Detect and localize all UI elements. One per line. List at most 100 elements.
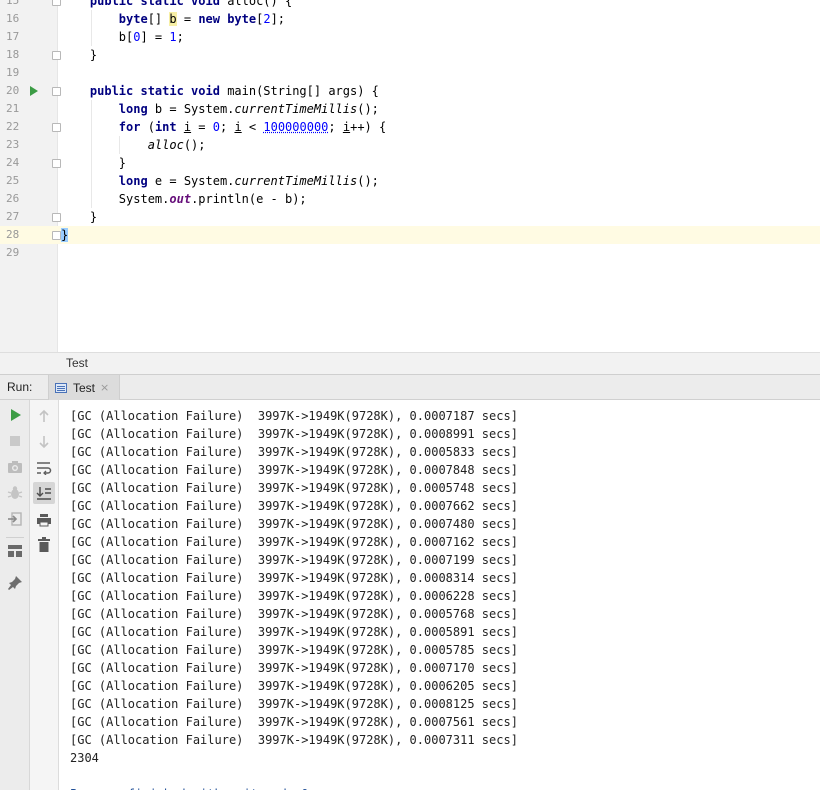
console-line: [GC (Allocation Failure) 3997K->1949K(97…	[70, 607, 518, 621]
code-token: .println(e - b);	[191, 192, 307, 206]
code-token: new byte	[198, 12, 257, 26]
code-line[interactable]: 29	[0, 244, 820, 262]
run-gutter-icon[interactable]	[30, 86, 38, 96]
login-icon	[8, 512, 22, 526]
code-line[interactable]: 16 byte[] b = new byte[2];	[0, 10, 820, 28]
code-token: long	[118, 174, 155, 188]
fold-marker-icon[interactable]	[52, 123, 61, 132]
code-token: byte	[118, 12, 148, 26]
code-token: i	[342, 120, 351, 134]
dump-threads-button[interactable]	[4, 456, 26, 478]
scroll-to-end-button[interactable]	[33, 482, 55, 504]
code-token: ] =	[140, 30, 170, 44]
console-line: [GC (Allocation Failure) 3997K->1949K(97…	[70, 481, 518, 495]
console-line: 2304	[70, 751, 99, 765]
code-line[interactable]: 18 }	[0, 46, 820, 64]
fold-marker-icon[interactable]	[52, 51, 61, 60]
code-text: long b = System.currentTimeMillis();	[61, 100, 379, 118]
down-arrow-icon	[39, 436, 49, 449]
code-token: public static void	[89, 0, 228, 8]
fold-marker-icon[interactable]	[52, 159, 61, 168]
code-line[interactable]: 27 }	[0, 208, 820, 226]
code-line[interactable]: 26 System.out.println(e - b);	[0, 190, 820, 208]
console-line: [GC (Allocation Failure) 3997K->1949K(97…	[70, 553, 518, 567]
code-token: public static void	[89, 84, 228, 98]
code-line[interactable]: 24 }	[0, 154, 820, 172]
layout-button[interactable]	[4, 540, 26, 562]
console-line: [GC (Allocation Failure) 3997K->1949K(97…	[70, 715, 518, 729]
code-text: System.out.println(e - b);	[61, 190, 307, 208]
console-line: [GC (Allocation Failure) 3997K->1949K(97…	[70, 733, 518, 747]
console-line: [GC (Allocation Failure) 3997K->1949K(97…	[70, 499, 518, 513]
code-line[interactable]: 20 public static void main(String[] args…	[0, 82, 820, 100]
code-token: ();	[183, 138, 206, 152]
line-number: 29	[6, 246, 20, 259]
code-text: public static void main(String[] args) {	[61, 82, 379, 100]
up-arrow-icon	[39, 409, 49, 422]
fold-marker-icon[interactable]	[52, 213, 61, 222]
code-token: []	[147, 12, 170, 26]
console-output[interactable]: [GC (Allocation Failure) 3997K->1949K(97…	[60, 400, 820, 790]
code-text: }	[61, 46, 97, 64]
line-number: 28	[0, 226, 36, 244]
trash-icon	[38, 537, 50, 552]
console-line: [GC (Allocation Failure) 3997K->1949K(97…	[70, 679, 518, 693]
console-line: [GC (Allocation Failure) 3997K->1949K(97…	[70, 445, 518, 459]
code-token: ++) {	[350, 120, 387, 134]
run-label: Run:	[7, 380, 33, 394]
console-toolbar	[30, 400, 59, 790]
run-tool-window-header: Run: Test ×	[0, 374, 820, 400]
debug-button[interactable]	[4, 482, 26, 504]
tab-test[interactable]: Test ×	[48, 375, 121, 400]
code-line[interactable]: 15 public static void alloc() {	[0, 0, 820, 10]
console-icon	[55, 382, 67, 393]
print-icon	[37, 514, 51, 527]
code-text: alloc();	[61, 136, 206, 154]
restore-layout-button[interactable]	[4, 508, 26, 530]
code-text: for (int i = 0; i < 100000000; i++) {	[61, 118, 386, 136]
fold-marker-icon[interactable]	[52, 231, 61, 240]
code-token: }	[61, 210, 98, 224]
code-token: b[	[61, 30, 134, 44]
camera-icon	[8, 461, 22, 473]
breadcrumb-item-test[interactable]: Test	[66, 356, 88, 370]
pin-button[interactable]	[4, 572, 26, 594]
stop-button[interactable]	[4, 430, 26, 452]
code-token: 0	[212, 120, 220, 134]
print-button[interactable]	[33, 509, 55, 531]
code-token: i	[234, 120, 242, 134]
soft-wrap-button[interactable]	[33, 457, 55, 479]
stop-icon	[10, 436, 20, 446]
close-icon[interactable]: ×	[100, 381, 109, 394]
code-token: }	[61, 156, 127, 170]
clear-all-button[interactable]	[33, 534, 55, 556]
debug-icon	[7, 486, 23, 499]
code-line[interactable]: 28}	[0, 226, 820, 244]
line-number: 18	[6, 48, 20, 61]
code-token: =	[191, 120, 213, 134]
console-line: [GC (Allocation Failure) 3997K->1949K(97…	[70, 535, 518, 549]
fold-marker-icon[interactable]	[52, 87, 61, 96]
code-token: currentTimeMillis	[234, 174, 358, 188]
code-token: }	[61, 48, 98, 62]
code-line[interactable]: 21 long b = System.currentTimeMillis();	[0, 100, 820, 118]
code-token: b = System.	[154, 102, 235, 116]
code-line[interactable]: 22 for (int i = 0; i < 100000000; i++) {	[0, 118, 820, 136]
rerun-button[interactable]	[4, 404, 26, 426]
code-line[interactable]: 17 b[0] = 1;	[0, 28, 820, 46]
fold-marker-icon[interactable]	[52, 0, 61, 6]
previous-occurrence-button[interactable]	[33, 405, 55, 427]
code-token: b	[169, 12, 177, 26]
code-token: =	[176, 12, 199, 26]
next-occurrence-button[interactable]	[33, 431, 55, 453]
code-editor[interactable]: 15 public static void alloc() {16 byte[]…	[0, 0, 820, 352]
code-line[interactable]: 25 long e = System.currentTimeMillis();	[0, 172, 820, 190]
code-line[interactable]: 23 alloc();	[0, 136, 820, 154]
code-token: i	[183, 120, 192, 134]
console-line: [GC (Allocation Failure) 3997K->1949K(97…	[70, 643, 518, 657]
code-text: b[0] = 1;	[61, 28, 184, 46]
indent-guide	[91, 10, 92, 46]
code-line[interactable]: 19	[0, 64, 820, 82]
